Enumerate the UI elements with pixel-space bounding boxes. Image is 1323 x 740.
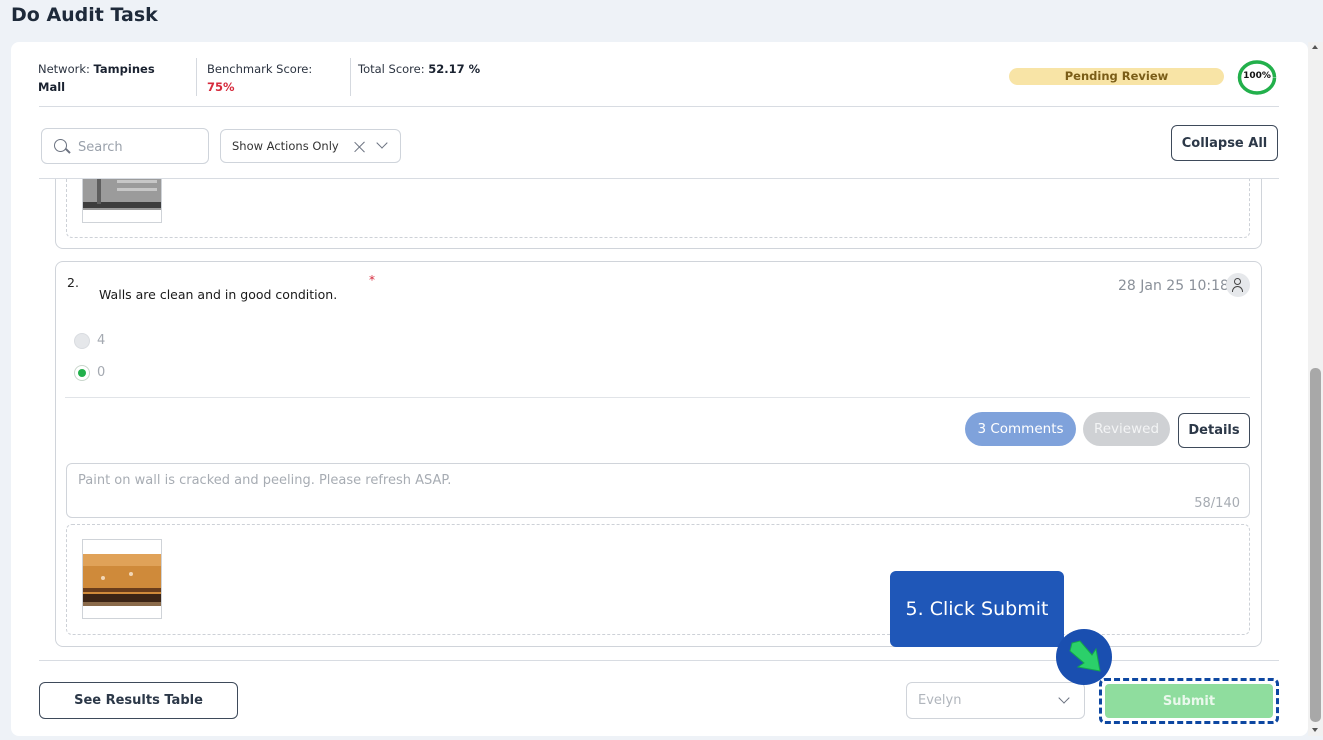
chevron-down-icon	[1058, 692, 1070, 704]
question-timestamp: 28 Jan 25 10:18	[1118, 278, 1229, 294]
benchmark-info: Benchmark Score: 75%	[207, 60, 312, 96]
header-divider	[39, 106, 1279, 107]
clear-icon[interactable]	[354, 141, 366, 153]
total-score-info: Total Score: 52.17 %	[358, 60, 480, 78]
see-results-table-button[interactable]: See Results Table	[39, 682, 238, 719]
network-label: Network:	[38, 62, 90, 76]
scroll-thumb[interactable]	[1310, 368, 1321, 722]
tutorial-pointer	[1056, 629, 1112, 685]
radio-option-label: 4	[97, 333, 106, 348]
assignee-value: Evelyn	[918, 693, 962, 708]
total-score-label: Total Score:	[358, 62, 425, 76]
arrow-pointer-icon	[1069, 640, 1101, 672]
comment-text: Paint on wall is cracked and peeling. Pl…	[78, 473, 452, 488]
photo-wall-image	[83, 540, 161, 618]
details-button[interactable]: Details	[1178, 413, 1250, 448]
benchmark-label: Benchmark Score:	[207, 62, 313, 76]
search-box[interactable]	[41, 128, 209, 164]
network-value: Tampines	[93, 62, 155, 76]
user-icon-head	[1234, 278, 1241, 285]
tutorial-tooltip: 5. Click Submit	[890, 571, 1064, 647]
question-card: 2. Walls are clean and in good condition…	[55, 261, 1262, 647]
photo-thumbnail[interactable]	[82, 539, 162, 619]
progress-ring: 100%	[1237, 60, 1277, 95]
required-marker: *	[369, 273, 375, 287]
photo-stairs-image	[83, 179, 161, 222]
radio-option-label: 0	[97, 365, 106, 380]
submit-highlight: Submit	[1099, 678, 1279, 724]
actions-filter-label: Show Actions Only	[232, 139, 339, 153]
page-title: Do Audit Task	[11, 4, 158, 26]
chevron-down-icon[interactable]	[376, 137, 388, 149]
question-list[interactable]: 2. Walls are clean and in good condition…	[39, 179, 1279, 661]
radio-option-4[interactable]	[74, 333, 90, 349]
photo-area	[66, 179, 1250, 238]
scroll-down-icon[interactable]	[1312, 728, 1318, 732]
comments-button[interactable]: 3 Comments	[965, 412, 1076, 446]
scrollbar[interactable]	[1308, 42, 1323, 736]
search-icon	[54, 139, 67, 152]
network-value-cont: Mall	[38, 80, 66, 94]
benchmark-value: 75%	[207, 80, 235, 94]
question-number: 2.	[67, 275, 79, 290]
progress-label: 100%	[1243, 71, 1271, 81]
audit-card: Network: Tampines Mall Benchmark Score: …	[11, 42, 1308, 736]
assignee-select[interactable]: Evelyn	[906, 682, 1085, 719]
total-score-value: 52.17 %	[428, 62, 481, 76]
char-count: 58/140	[1194, 496, 1240, 511]
radio-option-0[interactable]	[74, 365, 90, 381]
network-info: Network: Tampines Mall	[38, 60, 155, 96]
submit-button[interactable]: Submit	[1105, 684, 1273, 718]
info-separator	[350, 58, 351, 96]
comment-field[interactable]: Paint on wall is cracked and peeling. Pl…	[66, 463, 1250, 518]
user-icon-body	[1232, 286, 1243, 292]
user-icon[interactable]	[1226, 273, 1250, 297]
actions-filter-select[interactable]: Show Actions Only	[220, 129, 401, 163]
status-badge: Pending Review	[1009, 68, 1224, 85]
photo-thumbnail[interactable]	[82, 179, 162, 223]
reviewed-button[interactable]: Reviewed	[1083, 412, 1170, 446]
scroll-up-icon[interactable]	[1312, 45, 1318, 49]
collapse-all-button[interactable]: Collapse All	[1171, 125, 1278, 161]
info-separator	[196, 58, 197, 96]
question-text: Walls are clean and in good condition.	[99, 287, 338, 302]
question-divider	[65, 397, 1250, 398]
photo-area	[66, 524, 1250, 635]
search-input[interactable]	[78, 137, 198, 157]
